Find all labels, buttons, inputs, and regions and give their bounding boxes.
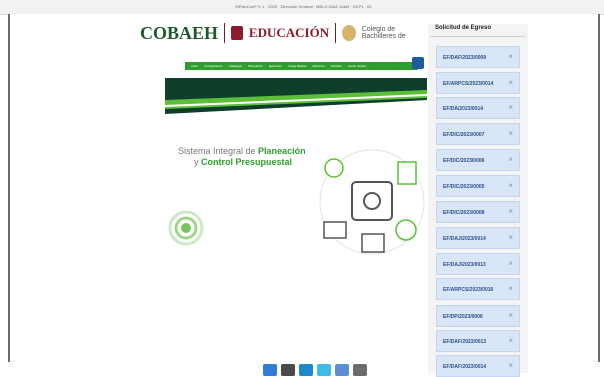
solicitud-item[interactable]: EF/DAF/2023/0009 × (436, 46, 520, 68)
windows-icon[interactable] (263, 364, 277, 376)
close-icon[interactable]: × (508, 259, 513, 269)
solicitud-label: EF/ARPCS/2023/0014 (443, 81, 494, 87)
browser-icon[interactable] (317, 364, 331, 376)
taskbar (263, 364, 373, 377)
system-title-line1-prefix: Sistema Integral de (178, 146, 259, 156)
close-icon[interactable]: × (508, 52, 513, 62)
solicitud-label: EF/DAF/2023/0014 (443, 364, 487, 370)
solicitud-label: EF/DIC/2023/0005 (443, 184, 485, 190)
main-nav: Inicio Configuración Catálogos Planeació… (185, 62, 418, 70)
hero-banner (165, 78, 427, 114)
educacion-mark-icon (230, 26, 243, 40)
solicitud-item[interactable]: EF/DA/2023/0014 × (436, 97, 520, 119)
solicitud-item[interactable]: EF/DIC/2023/0006 × (436, 149, 520, 171)
solicitud-item[interactable]: EF/DIC/2023/0007 × (436, 123, 520, 145)
cobaeh-logo: COBAEH (140, 22, 219, 43)
nav-item-carga-masiva[interactable]: Carga Masiva (288, 64, 307, 68)
nav-item-ejecucion[interactable]: Ejecución (269, 64, 282, 68)
solicitud-label: EF/DAJ/2023/0014 (443, 236, 486, 242)
close-icon[interactable]: × (508, 103, 513, 113)
solicitud-label: EF/DA/2023/0014 (443, 106, 484, 112)
solicitud-item[interactable]: EF/DAF/2023/0014 × (436, 355, 520, 377)
close-icon[interactable]: × (508, 181, 513, 191)
solicitud-item[interactable]: EF/ARPCS/2023/0014 × (436, 72, 520, 94)
system-title-line1: Sistema Integral de Planeación (178, 146, 306, 156)
solicitud-item[interactable]: EF/DAJ/2023/0013 × (436, 253, 520, 275)
logo-row: COBAEH EDUCACIÓN Colegio de Bachilleres … (140, 21, 430, 45)
panel-divider (430, 36, 525, 37)
close-icon[interactable]: × (508, 336, 513, 346)
chrome-icon[interactable] (335, 364, 349, 376)
panel-title: Solicitud de Egreso (435, 25, 492, 31)
solicitud-label: EF/ARPCS/2023/0016 (443, 287, 494, 293)
close-icon[interactable]: × (508, 233, 513, 243)
logo-divider (335, 23, 336, 43)
solicitud-item[interactable]: EF/DIC/2023/0008 × (436, 201, 520, 223)
terminal-icon[interactable] (281, 364, 295, 376)
finance-illustration-icon (319, 149, 425, 255)
nav-item-cifrados[interactable]: Cifrados (331, 64, 342, 68)
nav-item-planeacion[interactable]: Planeación (248, 64, 263, 68)
solicitud-item[interactable]: EF/DAF/2023/0013 × (436, 330, 520, 352)
colegio-text: Colegio de Bachilleres de (361, 26, 406, 40)
solicitud-label: EF/DIC/2023/0007 (443, 132, 485, 138)
explorer-icon[interactable] (299, 364, 313, 376)
nav-item-reportes[interactable]: Reportes (312, 64, 324, 68)
nav-item-inicio[interactable]: Inicio (191, 64, 198, 68)
solicitud-label: EF/DAJ/2023/0013 (443, 262, 486, 268)
system-title-line2-bold: Control Presupuestal (201, 157, 293, 167)
system-title-line2-prefix: y (194, 157, 202, 167)
app-header-text: SIPlanConP V. 1 · 2023 · Dirección Gener… (235, 4, 372, 9)
decorative-circles-icon (168, 210, 204, 246)
nav-item-catalogos[interactable]: Catálogos (229, 64, 243, 68)
close-icon[interactable]: × (508, 129, 513, 139)
close-icon[interactable]: × (508, 155, 513, 165)
solicitud-item[interactable]: EF/DP/2023/0006 × (436, 305, 520, 327)
system-title-line1-bold: Planeación (258, 146, 306, 156)
close-icon[interactable]: × (508, 207, 513, 217)
close-icon[interactable]: × (508, 311, 513, 321)
solicitud-label: EF/DAF/2023/0009 (443, 55, 487, 61)
solicitud-item[interactable]: EF/ARPCS/2023/0016 × (436, 278, 520, 300)
close-icon[interactable]: × (508, 284, 513, 294)
nav-item-configuracion[interactable]: Configuración (204, 64, 223, 68)
solicitud-item[interactable]: EF/DIC/2023/0005 × (436, 175, 520, 197)
system-title-line2: y Control Presupuestal (194, 157, 292, 167)
nav-item-cerrar-sesion[interactable]: Cerrar Sesión (348, 64, 367, 68)
solicitud-label: EF/DAF/2023/0013 (443, 339, 487, 345)
close-icon[interactable]: × (508, 78, 513, 88)
folder-icon[interactable] (353, 364, 367, 376)
state-seal-icon (341, 25, 356, 41)
solicitud-item[interactable]: EF/DAJ/2023/0014 × (436, 227, 520, 249)
solicitud-label: EF/DP/2023/0006 (443, 314, 483, 320)
close-icon[interactable]: × (508, 361, 513, 371)
navigation-icon[interactable] (412, 57, 424, 69)
solicitud-label: EF/DIC/2023/0008 (443, 210, 485, 216)
educacion-logo: EDUCACIÓN (248, 25, 330, 40)
logo-divider (224, 23, 225, 43)
solicitud-label: EF/DIC/2023/0006 (443, 158, 485, 164)
